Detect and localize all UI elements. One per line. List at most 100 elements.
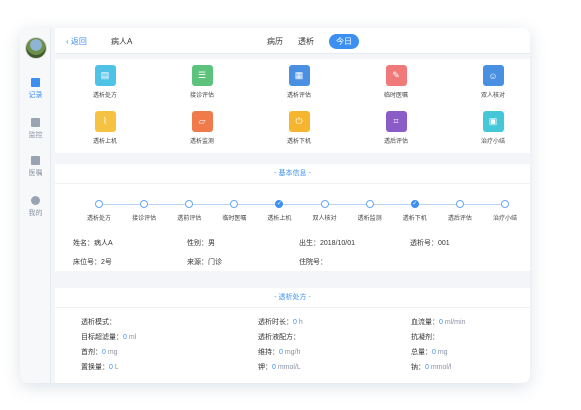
progress-timeline xyxy=(99,204,505,205)
timeline-label: 双人核对 xyxy=(312,216,337,222)
field-unit: L xyxy=(112,364,119,371)
timeline-label: 透析下机 xyxy=(402,216,427,222)
timeline-node[interactable] xyxy=(455,200,464,208)
timeline-node[interactable] xyxy=(320,200,329,208)
timeline-node[interactable]: ✓ xyxy=(275,200,284,208)
gender-field: 性别：男 xyxy=(187,240,215,247)
prescription-field: 血流量：0 ml/min xyxy=(411,317,465,327)
timeline-node[interactable]: ✓ xyxy=(410,200,419,208)
birth-field: 出生：2018/10/01 xyxy=(299,240,356,247)
timeline-node[interactable] xyxy=(230,200,239,208)
timeline-label: 透析处方 xyxy=(86,216,111,222)
clip-icon: ⌇ xyxy=(94,111,116,132)
field-unit: mmol/l xyxy=(428,364,452,371)
sidebar-item-monitor[interactable]: 监控 xyxy=(20,118,51,140)
top-bar: ‹ 返回 病人A 病历 透析 今日 xyxy=(55,28,530,54)
prescription-field: 透析时长：0 h xyxy=(258,317,303,327)
checklist-icon: ☰ xyxy=(191,65,213,86)
timeline-node[interactable] xyxy=(95,200,103,208)
user-icon xyxy=(31,196,40,205)
document-icon: ▦ xyxy=(288,65,310,86)
field-label: 维持： xyxy=(258,349,279,356)
grid-item-label: 透析监测 xyxy=(189,139,214,145)
timeline-label: 透前评估 xyxy=(177,216,202,222)
sidebar-item-label: 我的 xyxy=(28,210,43,217)
sidebar-item-mine[interactable]: 我的 xyxy=(20,196,51,218)
prescription-field: 总量：0 mg xyxy=(411,347,448,357)
prescription-card: - 透析处方 - 透析模式： 透析时长：0 h 血流量：0 ml/min 目标超滤量：… xyxy=(55,288,530,383)
avatar[interactable] xyxy=(25,37,47,59)
grid-item-label: 治疗小结 xyxy=(480,139,505,145)
function-grid: ▤ 透析处方 ☰ 接诊评估 ▦ 透析评估 ✎ 临时医嘱 ☺ 双人核对 ⌇ 透析上机 ▱ 透析监测 ⏻ 透析下机… xyxy=(55,59,530,153)
sidebar-item-record[interactable]: 记录 xyxy=(20,78,51,100)
pen-icon xyxy=(31,78,40,87)
grid-item-label: 透析上机 xyxy=(92,139,117,145)
grid-item-label: 接诊评估 xyxy=(189,93,214,99)
field-unit: ml/min xyxy=(442,319,466,326)
timeline-label: 临时医嘱 xyxy=(222,216,247,222)
field-label: 钾： xyxy=(258,364,272,371)
grid-item-4[interactable]: ☺ 双人核对 xyxy=(463,65,523,99)
grid-item-2[interactable]: ▦ 透析评估 xyxy=(269,65,329,99)
timeline-label: 透析监测 xyxy=(357,216,382,222)
field-label: 透析时长： xyxy=(258,319,293,326)
grid-item-label: 双人核对 xyxy=(480,93,505,99)
grid-item-9[interactable]: ▣ 治疗小结 xyxy=(463,111,523,145)
grid-item-3[interactable]: ✎ 临时医嘱 xyxy=(366,65,426,99)
prescription-field: 钾：0 mmol/L xyxy=(258,362,301,372)
prescription-field: 透析液配方： xyxy=(258,332,300,342)
grid-item-label: 临时医嘱 xyxy=(383,93,408,99)
grid-item-5[interactable]: ⌇ 透析上机 xyxy=(75,111,135,145)
grid-item-label: 透后评估 xyxy=(383,139,408,145)
tab-today[interactable]: 今日 xyxy=(329,33,359,49)
section-title: - 基本信息 - xyxy=(55,164,530,184)
grid-item-8[interactable]: ⌗ 透后评估 xyxy=(366,111,426,145)
grid-item-label: 透析处方 xyxy=(92,93,117,99)
prescription-field: 首剂：0 mg xyxy=(81,347,118,357)
users-icon: ☺ xyxy=(482,65,504,86)
edit-icon: ✎ xyxy=(385,65,407,86)
timeline-label: 透后评估 xyxy=(447,216,472,222)
tab-history[interactable]: 病历 xyxy=(267,36,283,47)
field-unit: mg xyxy=(435,349,448,356)
timeline-node[interactable] xyxy=(140,200,149,208)
sidebar-item-orders[interactable]: 医嘱 xyxy=(20,156,51,178)
main-content: ‹ 返回 病人A 病历 透析 今日 ▤ 透析处方 ☰ 接诊评估 ▦ 透析评估 ✎ 临时医嘱 ☺ 双… xyxy=(55,28,530,383)
timeline-node[interactable] xyxy=(365,200,374,208)
chart-icon xyxy=(31,118,40,127)
field-label: 钠： xyxy=(411,364,425,371)
prescription-icon: ▤ xyxy=(94,65,116,86)
timeline-label: 接诊评估 xyxy=(132,216,157,222)
source-field: 来源：门诊 xyxy=(187,259,222,266)
sidebar-item-label: 医嘱 xyxy=(28,170,43,177)
field-label: 抗凝剂： xyxy=(411,334,439,341)
field-label: 总量： xyxy=(411,349,432,356)
back-label: 返回 xyxy=(70,37,87,46)
timeline-node[interactable] xyxy=(501,200,509,208)
sidebar: 记录 监控 医嘱 我的 xyxy=(20,28,51,383)
grid-item-1[interactable]: ☰ 接诊评估 xyxy=(172,65,232,99)
summary-icon: ▣ xyxy=(482,111,504,132)
timeline-node[interactable] xyxy=(185,200,194,208)
tab-dialysis[interactable]: 透析 xyxy=(298,36,314,47)
tab-bar: 病历 透析 今日 xyxy=(267,33,359,49)
field-unit: mg/h xyxy=(282,349,301,356)
field-label: 透析模式： xyxy=(81,319,116,326)
prescription-field: 置换量：0 L xyxy=(81,362,119,372)
bed-number-field: 床位号：2号 xyxy=(73,259,112,266)
field-unit: mg xyxy=(105,349,118,356)
grid-item-0[interactable]: ▤ 透析处方 xyxy=(75,65,135,99)
patient-name-field: 姓名：病人A xyxy=(73,240,113,247)
basic-info-card: - 基本信息 - 透析处方 接诊评估 透前评估 临时医嘱 ✓ 透析上机 双人核对 透析监测 ✓ 透… xyxy=(55,164,530,271)
grid-item-label: 透析下机 xyxy=(286,139,311,145)
field-unit: ml xyxy=(126,334,137,341)
prescription-field: 目标超滤量：0 ml xyxy=(81,332,136,342)
monitor-icon: ▱ xyxy=(191,111,213,132)
patient-name: 病人A xyxy=(111,37,133,46)
grid-item-6[interactable]: ▱ 透析监测 xyxy=(172,111,232,145)
field-label: 透析液配方： xyxy=(258,334,300,341)
timeline-label: 透析上机 xyxy=(267,216,292,222)
back-button[interactable]: ‹ 返回 xyxy=(66,36,87,47)
prescription-field: 维持：0 mg/h xyxy=(258,347,300,357)
grid-item-7[interactable]: ⏻ 透析下机 xyxy=(269,111,329,145)
